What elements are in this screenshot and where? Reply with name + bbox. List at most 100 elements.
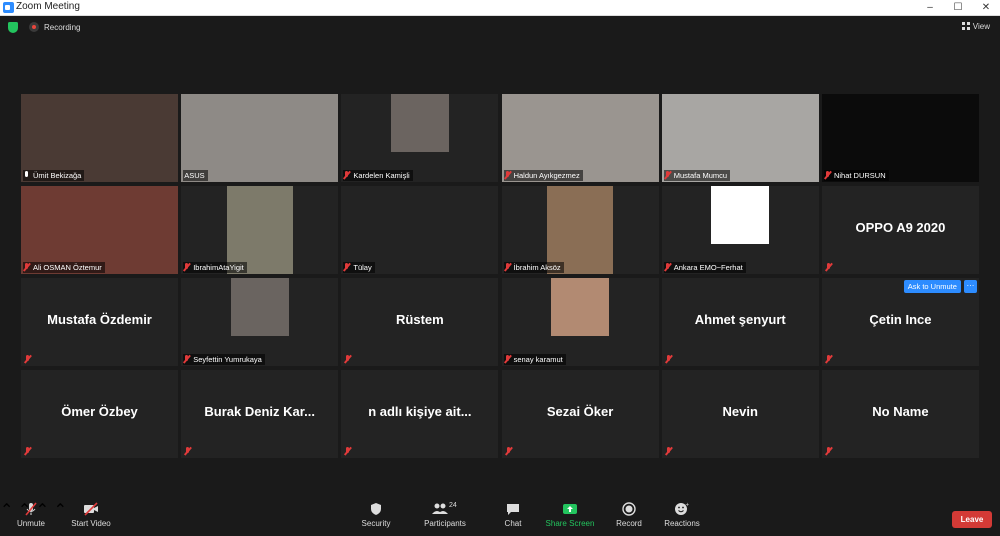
- participant-tile[interactable]: senay karamut: [501, 278, 659, 366]
- start-video-button[interactable]: Start Video: [68, 502, 114, 528]
- chat-label: Chat: [504, 519, 522, 528]
- participant-tile[interactable]: Seyfettin Yumrukaya: [181, 278, 339, 366]
- leave-button[interactable]: Leave: [952, 511, 992, 528]
- security-button[interactable]: Security: [358, 502, 394, 528]
- participant-tile[interactable]: Ali OSMAN Öztemur: [21, 186, 178, 274]
- participant-name: Kardelen Kamişli: [353, 171, 410, 180]
- mic-muted-icon: [665, 171, 671, 179]
- participant-name-label: İbrahim Aksöz: [503, 262, 564, 273]
- share-options-caret[interactable]: ⌃: [54, 502, 67, 519]
- participant-profile-photo: [230, 278, 289, 336]
- participant-tile[interactable]: Mustafa Mumcu: [661, 94, 819, 182]
- participant-profile-photo: [711, 186, 770, 244]
- maximize-button[interactable]: ☐: [944, 0, 972, 16]
- participant-name: Ankara EMO~Ferhat: [673, 263, 743, 272]
- participant-tile[interactable]: Çetin Ince Ask to Unmute ···: [821, 278, 979, 366]
- participant-name-label: Haldun Ayıkgezmez: [503, 170, 583, 181]
- encryption-shield-icon[interactable]: [8, 22, 18, 33]
- participant-name: senay karamut: [513, 355, 563, 364]
- participant-name-label: Mustafa Mumcu: [663, 170, 731, 181]
- record-button[interactable]: Record: [614, 502, 644, 528]
- participant-display-name: Çetin Ince: [869, 312, 932, 327]
- participant-tile[interactable]: Sezai Öker: [501, 370, 659, 458]
- mic-muted-icon: [505, 171, 511, 179]
- gallery-grid: Ümit Bekizağa ASUS Kardelen Kamişli Haldun …: [21, 94, 979, 458]
- participant-video: [21, 94, 178, 182]
- participant-name-label: Ümit Bekizağa: [23, 170, 85, 181]
- participant-name: Mustafa Mumcu: [673, 171, 728, 180]
- mic-muted-icon: [345, 447, 351, 455]
- participant-display-name: OPPO A9 2020: [855, 220, 946, 235]
- participant-video: [501, 94, 659, 182]
- participant-name-label: Kardelen Kamişli: [343, 170, 413, 181]
- mic-muted-icon: [23, 502, 39, 516]
- participant-name: IbrahimAtaYigit: [193, 263, 244, 272]
- participant-tile[interactable]: Mustafa Özdemir: [21, 278, 178, 366]
- svg-text:+: +: [686, 503, 690, 509]
- mic-muted-icon: [666, 447, 672, 455]
- ask-to-unmute-button[interactable]: Ask to Unmute: [903, 280, 961, 293]
- participant-tile[interactable]: Nihat DURSUN: [821, 94, 979, 182]
- participant-tile[interactable]: Haldun Ayıkgezmez: [501, 94, 659, 182]
- mic-muted-icon: [184, 355, 190, 363]
- participant-name-label: Tülay: [343, 262, 375, 273]
- mic-muted-icon: [25, 447, 31, 455]
- participant-display-name: Rüstem: [396, 312, 444, 327]
- participant-tile[interactable]: ASUS: [181, 94, 339, 182]
- mic-muted-icon: [825, 171, 831, 179]
- reactions-button[interactable]: + Reactions: [662, 502, 702, 529]
- mic-muted-icon: [185, 447, 191, 455]
- participant-tile[interactable]: Ankara EMO~Ferhat: [661, 186, 819, 274]
- participants-icon: 24: [430, 502, 460, 516]
- close-button[interactable]: ✕: [972, 0, 1000, 16]
- participant-tile[interactable]: Ümit Bekizağa: [21, 94, 178, 182]
- view-button[interactable]: View: [961, 22, 990, 31]
- participant-tile[interactable]: Nevin: [661, 370, 819, 458]
- mic-muted-icon: [25, 355, 31, 363]
- participant-tile[interactable]: IbrahimAtaYigit: [181, 186, 339, 274]
- chat-icon: [505, 502, 521, 516]
- unmute-button[interactable]: Unmute: [14, 502, 48, 528]
- mic-muted-icon: [344, 263, 350, 271]
- participant-display-name: Burak Deniz Kar...: [204, 404, 315, 419]
- participant-name-label: Ali OSMAN Öztemur: [23, 262, 105, 273]
- minimize-button[interactable]: –: [916, 0, 944, 16]
- video-off-icon: [83, 502, 99, 516]
- share-screen-label: Share Screen: [545, 519, 595, 528]
- mic-muted-icon: [184, 263, 190, 271]
- participant-tile[interactable]: Burak Deniz Kar...: [181, 370, 339, 458]
- participant-name-label: ASUS: [183, 170, 208, 181]
- audio-options-caret[interactable]: ⌃: [0, 502, 13, 519]
- mic-muted-icon: [505, 355, 511, 363]
- participants-button[interactable]: 24 Participants: [420, 502, 470, 528]
- participant-tile[interactable]: No Name: [821, 370, 979, 458]
- mic-muted-icon: [506, 447, 512, 455]
- participant-name: ASUS: [184, 171, 205, 180]
- recording-label: Recording: [44, 23, 81, 32]
- participant-tile[interactable]: Ahmet şenyurt: [661, 278, 819, 366]
- participants-label: Participants: [424, 519, 466, 528]
- share-screen-button[interactable]: Share Screen: [545, 502, 595, 528]
- reactions-label: Reactions: [664, 519, 700, 528]
- participant-tile[interactable]: Tülay: [341, 186, 499, 274]
- window-titlebar: Zoom Meeting – ☐ ✕: [0, 0, 1000, 16]
- participant-name: Tülay: [353, 263, 372, 272]
- participant-name: Ali OSMAN Öztemur: [33, 263, 102, 272]
- chat-button[interactable]: Chat: [500, 502, 526, 528]
- participant-tile[interactable]: n adlı kişiye ait...: [341, 370, 499, 458]
- participant-tile[interactable]: Rüstem: [341, 278, 499, 366]
- more-options-button[interactable]: ···: [963, 280, 977, 293]
- mic-muted-icon: [345, 355, 351, 363]
- mic-muted-icon: [24, 263, 30, 271]
- mic-muted-icon: [826, 263, 832, 271]
- participant-tile[interactable]: Kardelen Kamişli: [341, 94, 499, 182]
- grid-view-icon: [961, 22, 970, 30]
- security-label: Security: [361, 519, 391, 528]
- participant-tile[interactable]: OPPO A9 2020: [821, 186, 979, 274]
- participant-video: [181, 94, 339, 182]
- participant-tile[interactable]: Ömer Özbey: [21, 370, 178, 458]
- participant-profile-photo: [551, 278, 610, 336]
- participant-name: Nihat DURSUN: [833, 171, 886, 180]
- mic-icon: [24, 171, 30, 179]
- participant-tile[interactable]: İbrahim Aksöz: [501, 186, 659, 274]
